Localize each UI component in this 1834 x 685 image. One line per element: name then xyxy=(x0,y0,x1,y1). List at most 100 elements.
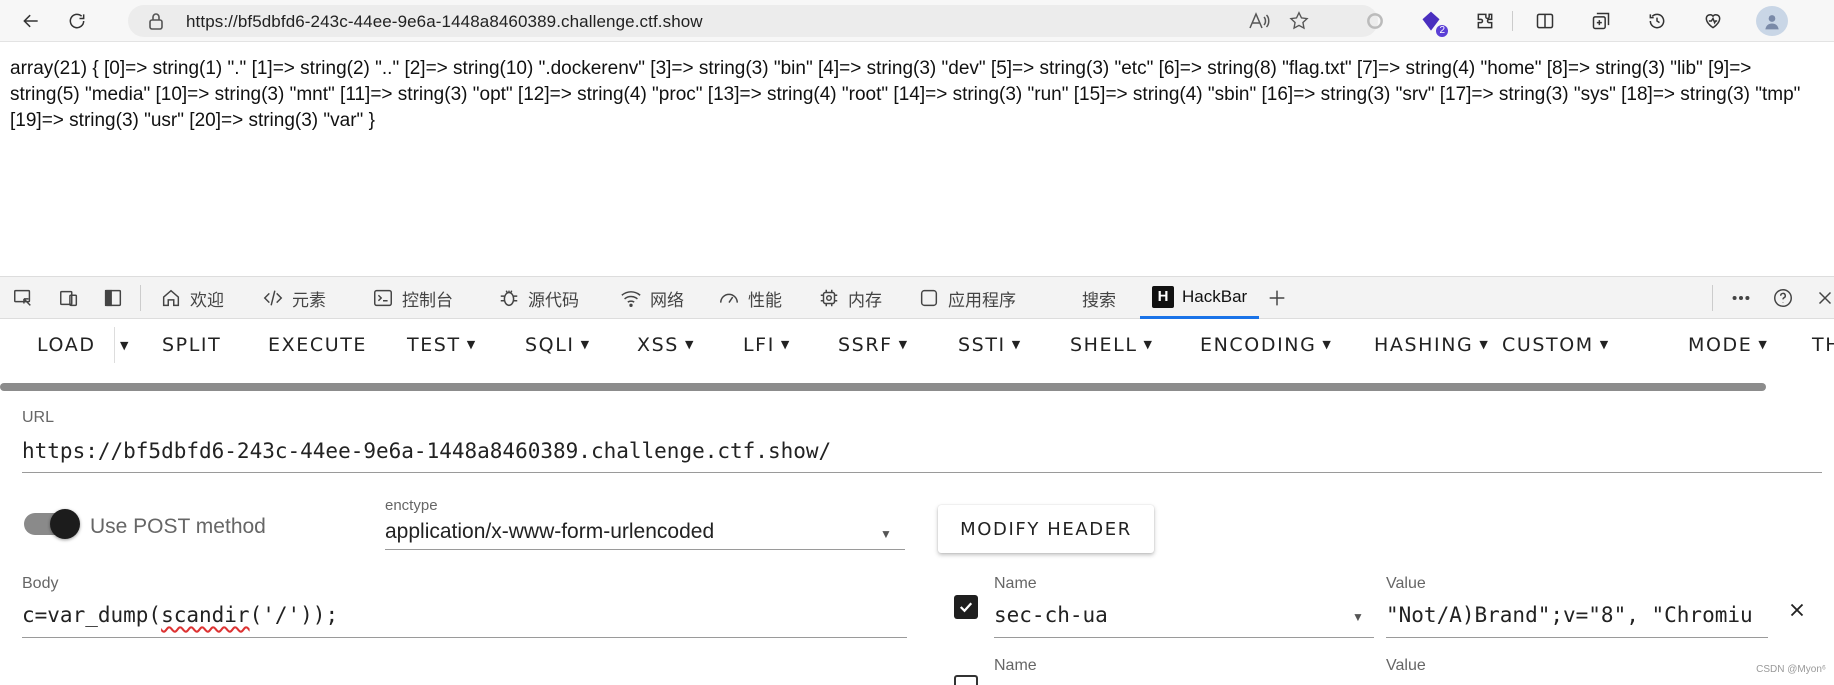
menu-theme[interactable]: TH xyxy=(1812,334,1834,356)
watermark: CSDN @Myon⁶ xyxy=(1756,664,1826,675)
tab-welcome[interactable]: 欢迎 xyxy=(160,277,224,319)
tab-search[interactable]: 搜索 xyxy=(1082,277,1116,319)
tab-label: 欢迎 xyxy=(190,290,224,310)
menu-label: XSS xyxy=(637,334,679,356)
devtools-tab-bar: 欢迎 元素 控制台 源代码 网络 性能 内存 应用程序 搜索 H HackBar xyxy=(0,277,1834,319)
menu-ssti[interactable]: SSTI ▼ xyxy=(958,334,1022,356)
tab-application[interactable]: 应用程序 xyxy=(918,277,1016,319)
load-dropdown-caret-icon[interactable]: ▼ xyxy=(120,339,130,352)
inspect-element-icon[interactable] xyxy=(12,277,34,319)
split-screen-icon[interactable] xyxy=(1532,8,1558,34)
body-input[interactable]: c=var_dump(scandir('/')); xyxy=(22,603,338,627)
header-value-input[interactable]: "Not/A)Brand";v="8", "Chromiu xyxy=(1386,603,1753,627)
avatar[interactable] xyxy=(1756,6,1788,36)
tab-label: 搜索 xyxy=(1082,290,1116,310)
menu-mode[interactable]: MODE ▼ xyxy=(1688,334,1768,356)
menu-label: CUSTOM xyxy=(1502,334,1594,356)
enctype-dropdown-caret-icon[interactable]: ▼ xyxy=(880,527,892,541)
favorite-star-icon[interactable] xyxy=(1288,10,1310,37)
extension-gem-icon[interactable]: 2 xyxy=(1418,8,1448,37)
hackbar-menu: LOAD ▼ SPLIT EXECUTE TEST ▼ SQLI ▼ XSS ▼ LF… xyxy=(0,319,1834,371)
header2-checkbox[interactable] xyxy=(954,675,978,685)
header-value-wrapper: "Not/A)Brand";v="8", "Chromiu xyxy=(1386,603,1768,627)
header-enabled-checkbox[interactable] xyxy=(954,595,978,619)
caret-down-icon: ▼ xyxy=(1479,338,1490,351)
menu-sqli[interactable]: SQLI ▼ xyxy=(525,334,591,356)
menu-shell[interactable]: SHELL ▼ xyxy=(1070,334,1154,356)
body-underline xyxy=(22,637,907,638)
modify-header-button[interactable]: MODIFY HEADER xyxy=(938,505,1154,553)
menu-encoding[interactable]: ENCODING ▼ xyxy=(1200,334,1332,356)
enctype-label: enctype xyxy=(385,497,438,514)
tab-label: 内存 xyxy=(848,290,882,310)
header-value-underline xyxy=(1386,637,1768,638)
more-options-icon[interactable] xyxy=(1730,277,1752,319)
tab-memory[interactable]: 内存 xyxy=(818,277,882,319)
history-icon[interactable] xyxy=(1644,8,1670,34)
checkmark-icon xyxy=(959,602,973,613)
menu-custom[interactable]: CUSTOM ▼ xyxy=(1502,334,1610,356)
collections-icon[interactable] xyxy=(1588,8,1614,34)
menu-divider xyxy=(114,327,115,363)
menu-execute[interactable]: EXECUTE xyxy=(268,334,367,356)
address-bar[interactable]: https://bf5dbfd6-243c-44ee-9e6a-1448a846… xyxy=(128,5,1378,37)
record-icon[interactable] xyxy=(1362,8,1388,34)
back-icon[interactable] xyxy=(18,8,44,34)
menu-split[interactable]: SPLIT xyxy=(162,334,221,356)
header2-value-label: Value xyxy=(1386,657,1426,674)
menu-label: HASHING xyxy=(1374,334,1474,356)
menu-lfi[interactable]: LFI ▼ xyxy=(743,334,791,356)
tab-elements[interactable]: 元素 xyxy=(262,277,326,319)
tab-network[interactable]: 网络 xyxy=(620,277,684,319)
header-name-caret-icon[interactable]: ▼ xyxy=(1352,610,1364,624)
menu-xss[interactable]: XSS ▼ xyxy=(637,334,695,356)
read-aloud-icon[interactable] xyxy=(1248,11,1270,36)
performance-heart-icon[interactable] xyxy=(1700,8,1726,34)
dock-side-icon[interactable] xyxy=(102,277,124,319)
horizontal-scrollbar[interactable] xyxy=(0,383,1766,391)
url-input[interactable]: https://bf5dbfd6-243c-44ee-9e6a-1448a846… xyxy=(22,439,831,463)
tab-console[interactable]: 控制台 xyxy=(372,277,453,319)
tab-sources[interactable]: 源代码 xyxy=(498,277,579,319)
php-output-text: array(21) { [0]=> string(1) "." [1]=> st… xyxy=(10,58,1801,131)
menu-label: SSTI xyxy=(958,334,1006,356)
caret-down-icon: ▼ xyxy=(1143,338,1154,351)
post-method-toggle[interactable] xyxy=(24,509,80,539)
help-icon[interactable] xyxy=(1772,277,1794,319)
tab-label: 元素 xyxy=(292,290,326,310)
device-emulation-icon[interactable] xyxy=(58,277,80,319)
tab-divider xyxy=(1712,285,1713,311)
caret-down-icon: ▼ xyxy=(1322,338,1333,351)
tab-label: 源代码 xyxy=(528,290,579,310)
header-name-input[interactable]: sec-ch-ua xyxy=(994,603,1108,627)
refresh-icon[interactable] xyxy=(64,8,90,34)
address-url[interactable]: https://bf5dbfd6-243c-44ee-9e6a-1448a846… xyxy=(186,12,703,32)
wifi-icon xyxy=(621,291,641,307)
menu-load[interactable]: LOAD xyxy=(37,334,96,356)
extension-badge: 2 xyxy=(1436,25,1448,37)
tab-label: 控制台 xyxy=(402,290,453,310)
tab-label: HackBar xyxy=(1182,286,1248,306)
enctype-select[interactable]: application/x-www-form-urlencoded xyxy=(385,520,714,544)
enctype-underline xyxy=(385,549,905,550)
puzzle-icon[interactable] xyxy=(1472,8,1498,34)
caret-down-icon: ▼ xyxy=(1758,338,1769,351)
hackbar-icon: H xyxy=(1152,285,1174,308)
caret-down-icon: ▼ xyxy=(898,338,909,351)
tab-performance[interactable]: 性能 xyxy=(718,277,782,319)
chip-icon xyxy=(820,289,838,307)
menu-test[interactable]: TEST ▼ xyxy=(407,334,477,356)
menu-hashing[interactable]: HASHING ▼ xyxy=(1374,334,1489,356)
menu-label: LFI xyxy=(743,334,775,356)
menu-ssrf[interactable]: SSRF ▼ xyxy=(838,334,909,356)
tab-hackbar[interactable]: H HackBar xyxy=(1140,277,1260,319)
home-icon xyxy=(162,289,180,307)
close-devtools-icon[interactable] xyxy=(1814,277,1834,319)
remove-header-icon[interactable] xyxy=(1786,599,1808,626)
menu-label: ENCODING xyxy=(1200,334,1317,356)
caret-down-icon: ▼ xyxy=(780,338,791,351)
add-tab-icon[interactable] xyxy=(1266,277,1288,319)
caret-down-icon: ▼ xyxy=(580,338,591,351)
body-suffix: ('/')); xyxy=(249,603,339,627)
menu-label: MODE xyxy=(1688,334,1753,356)
